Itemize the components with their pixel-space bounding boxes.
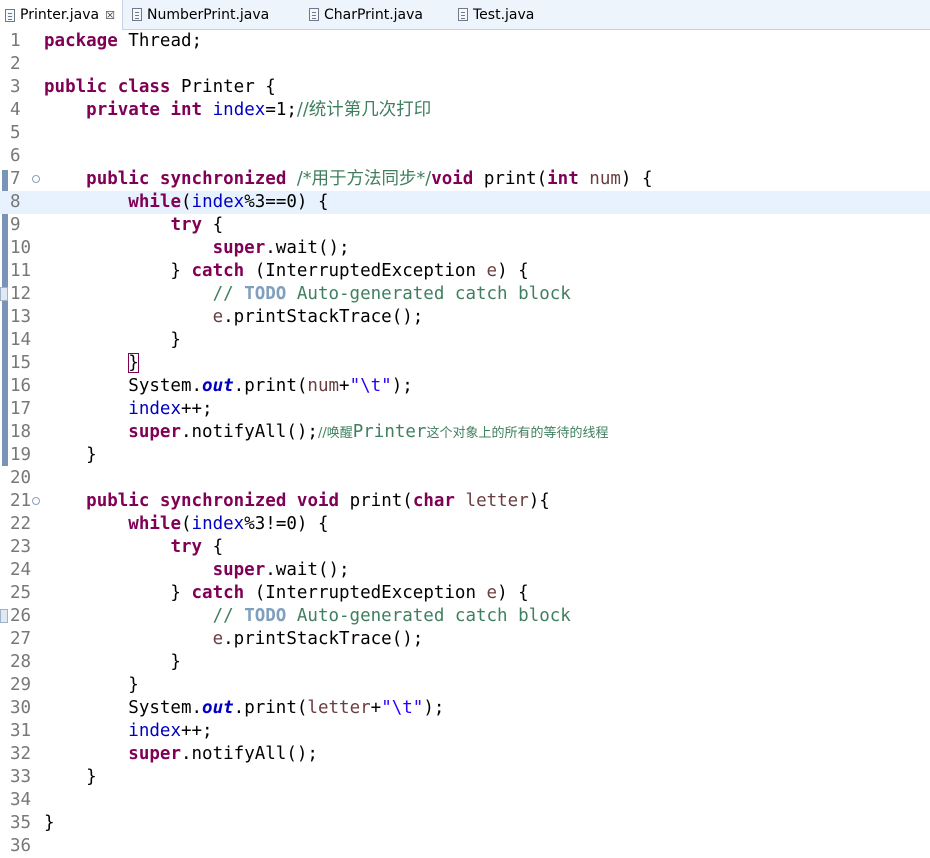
line-number: 1: [10, 31, 21, 51]
code-line[interactable]: 30 System.out.print(letter+"\t");: [0, 697, 930, 720]
line-number: 7: [10, 169, 21, 189]
code-line[interactable]: 11 } catch (InterruptedException e) {: [0, 260, 930, 283]
line-number: 32: [10, 744, 32, 764]
line-number: 28: [10, 652, 32, 672]
tab-numberprint-java[interactable]: NumberPrint.java: [132, 0, 269, 29]
code-line[interactable]: 31 index++;: [0, 720, 930, 743]
code-line[interactable]: 28 }: [0, 651, 930, 674]
code-line[interactable]: 14 }: [0, 329, 930, 352]
tab-label: Test.java: [473, 6, 535, 23]
code-line[interactable]: 13 e.printStackTrace();: [0, 306, 930, 329]
code-line[interactable]: 19 }: [0, 444, 930, 467]
line-number: 6: [10, 146, 21, 166]
line-number: 20: [10, 468, 32, 488]
line-number: 27: [10, 629, 32, 649]
tab-test-java[interactable]: Test.java: [458, 0, 534, 29]
line-number: 10: [10, 238, 32, 258]
code-line[interactable]: 10 super.wait();: [0, 237, 930, 260]
line-number: 23: [10, 537, 32, 557]
tab-label: Printer.java: [20, 7, 100, 23]
line-number: 26: [10, 606, 32, 626]
java-file-icon: [458, 8, 468, 21]
line-number: 8: [10, 192, 21, 212]
line-number: 31: [10, 721, 32, 741]
code-line[interactable]: 21 public synchronized void print(char l…: [0, 490, 930, 513]
code-line[interactable]: 7 public synchronized /*用于方法同步*/void pri…: [0, 168, 930, 191]
code-line[interactable]: 29 }: [0, 674, 930, 697]
code-line[interactable]: 17 index++;: [0, 398, 930, 421]
code-line[interactable]: 26 // TODO Auto-generated catch block: [0, 605, 930, 628]
fold-collapse-icon[interactable]: [32, 175, 40, 183]
line-number: 30: [10, 698, 32, 718]
code-line[interactable]: 6: [0, 145, 930, 168]
code-line[interactable]: 27 e.printStackTrace();: [0, 628, 930, 651]
code-line[interactable]: 34: [0, 789, 930, 812]
java-file-icon: [5, 8, 15, 22]
line-number: 15: [10, 353, 32, 373]
code-line[interactable]: 18 super.notifyAll();//唤醒Printer这个对象上的所有…: [0, 421, 930, 444]
line-number: 22: [10, 514, 32, 534]
line-number: 19: [10, 445, 32, 465]
line-number: 25: [10, 583, 32, 603]
close-icon[interactable]: ☒: [105, 9, 115, 22]
code-line[interactable]: 5: [0, 122, 930, 145]
tab-label: CharPrint.java: [324, 6, 423, 23]
line-number: 14: [10, 330, 32, 350]
code-line[interactable]: 12 // TODO Auto-generated catch block: [0, 283, 930, 306]
line-number: 2: [10, 54, 21, 74]
task-marker-icon[interactable]: [0, 609, 8, 623]
code-line[interactable]: 22 while(index%3!=0) {: [0, 513, 930, 536]
java-file-icon: [132, 8, 142, 21]
line-number: 34: [10, 790, 32, 810]
code-line[interactable]: 3 public class Printer {: [0, 76, 930, 99]
line-number: 21: [10, 491, 32, 511]
code-line[interactable]: 33 }: [0, 766, 930, 789]
code-line-current[interactable]: 8 while(index%3==0) {: [0, 191, 930, 214]
code-line[interactable]: 9 try {: [0, 214, 930, 237]
code-line[interactable]: 2: [0, 53, 930, 76]
line-number: 9: [10, 215, 21, 235]
editor-tab-bar: Printer.java ☒ NumberPrint.java CharPrin…: [0, 0, 930, 30]
line-number: 24: [10, 560, 32, 580]
line-number: 13: [10, 307, 32, 327]
matching-bracket: }: [128, 353, 139, 373]
line-number: 5: [10, 123, 21, 143]
code-line[interactable]: 23 try {: [0, 536, 930, 559]
tab-label: NumberPrint.java: [147, 6, 270, 23]
task-marker-icon[interactable]: [0, 287, 8, 301]
line-number: 4: [10, 100, 21, 120]
code-line[interactable]: 36: [0, 835, 930, 858]
code-line[interactable]: 15 }: [0, 352, 930, 375]
tab-printer-java[interactable]: Printer.java ☒: [0, 0, 123, 30]
tab-charprint-java[interactable]: CharPrint.java: [309, 0, 423, 29]
line-number: 29: [10, 675, 32, 695]
code-line[interactable]: 4 private int index=1;//统计第几次打印: [0, 99, 930, 122]
line-number: 3: [10, 77, 21, 97]
code-line[interactable]: 25 } catch (InterruptedException e) {: [0, 582, 930, 605]
code-line[interactable]: 32 super.notifyAll();: [0, 743, 930, 766]
line-number: 17: [10, 399, 32, 419]
code-line[interactable]: 1 package Thread;: [0, 30, 930, 53]
fold-collapse-icon[interactable]: [32, 497, 40, 505]
line-number: 35: [10, 813, 32, 833]
line-number: 36: [10, 836, 32, 856]
code-editor[interactable]: 1 package Thread; 2 3 public class Printer…: [0, 30, 930, 856]
code-line[interactable]: 20: [0, 467, 930, 490]
code-line[interactable]: 16 System.out.print(num+"\t");: [0, 375, 930, 398]
line-number: 18: [10, 422, 32, 442]
line-number: 11: [10, 261, 32, 281]
code-line[interactable]: 35}: [0, 812, 930, 835]
code-line[interactable]: 24 super.wait();: [0, 559, 930, 582]
line-number: 16: [10, 376, 32, 396]
line-number: 12: [10, 284, 32, 304]
java-file-icon: [309, 8, 319, 21]
line-number: 33: [10, 767, 32, 787]
